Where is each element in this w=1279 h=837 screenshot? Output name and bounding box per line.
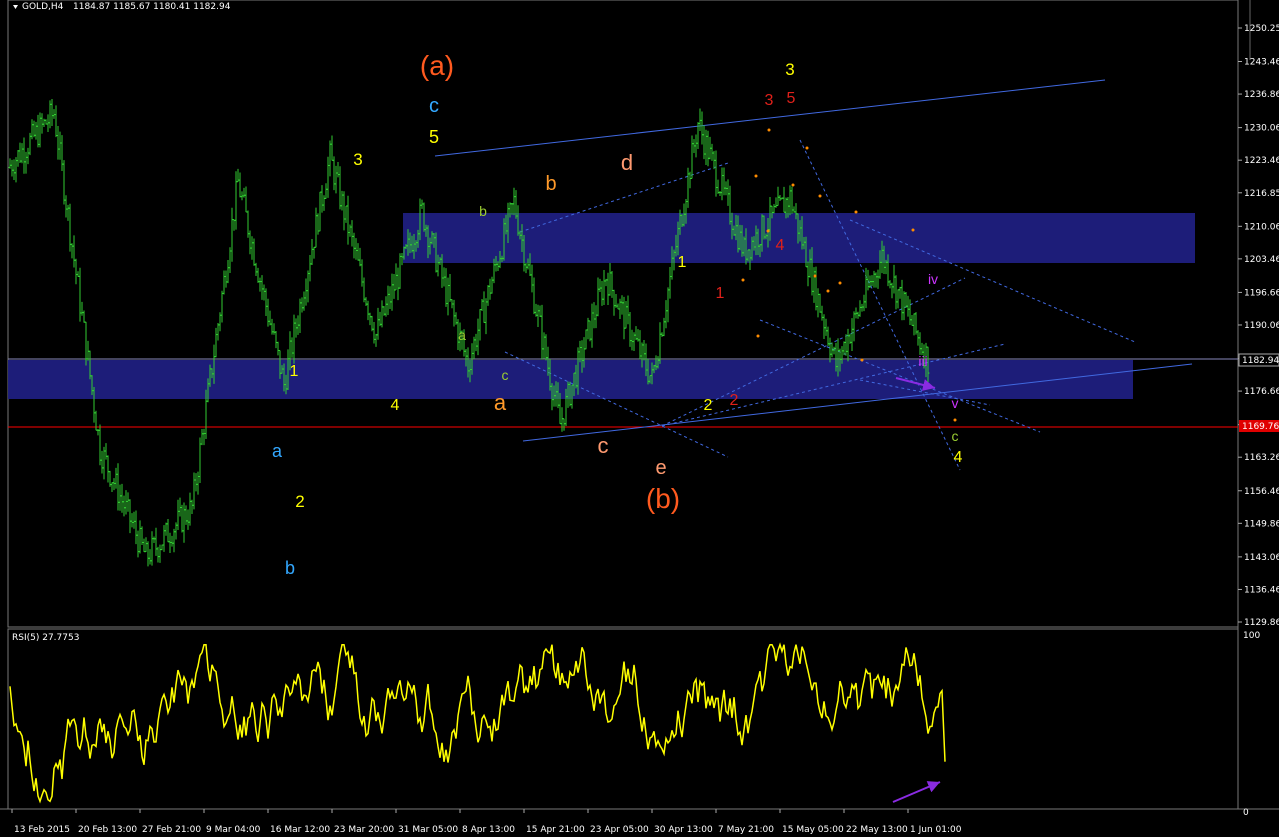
rsi-tick-0: 0 [1243, 808, 1249, 818]
current-price-tag: 1182.94 [1238, 353, 1279, 367]
sub-wave-mark [818, 194, 822, 198]
sub-wave-mark [767, 128, 771, 132]
wave-label: 2 [704, 397, 713, 414]
time-tick-label: 15 May 05:00 [782, 825, 844, 835]
support-price-tag: 1169.76 [1239, 420, 1279, 432]
time-tick-label: 27 Feb 21:00 [142, 825, 201, 835]
sub-wave-mark [854, 210, 858, 214]
wave-label: e [655, 457, 666, 479]
wave-label: 5 [787, 90, 796, 107]
wave-label: 5 [429, 127, 439, 147]
wave-label: 4 [391, 397, 400, 414]
time-tick-label: 23 Mar 20:00 [334, 825, 394, 835]
wave-label: (a) [420, 50, 454, 81]
price-tick-label: 1250.25 [1244, 24, 1279, 34]
wave-label: c [598, 433, 609, 458]
wave-label: 1 [290, 363, 299, 380]
wave-label: 3 [353, 150, 362, 169]
price-tick-label: 1136.46 [1244, 585, 1279, 595]
sub-wave-mark [826, 289, 830, 293]
time-tick-label: 16 Mar 12:00 [270, 825, 330, 835]
wave-label: b [545, 173, 556, 195]
wave-label: d [621, 150, 633, 175]
price-tick-label: 1203.46 [1244, 255, 1279, 265]
price-tick-label: 1129.86 [1244, 618, 1279, 628]
price-tick-label: 1230.06 [1244, 124, 1279, 134]
time-tick-label: 20 Feb 13:00 [78, 825, 137, 835]
wave-label: 2 [295, 492, 304, 511]
price-tick-label: 1190.06 [1244, 321, 1279, 331]
time-tick-label: 1 Jun 01:00 [910, 825, 962, 835]
time-tick-label: 23 Apr 05:00 [590, 825, 649, 835]
rsi-tick-100: 100 [1243, 631, 1260, 641]
chart-header: GOLD,H4 1184.87 1185.67 1180.41 1182.94 [13, 2, 231, 12]
sub-wave-mark [741, 278, 745, 282]
price-tick-label: 1149.86 [1244, 519, 1279, 529]
price-tick-label: 1163.26 [1244, 453, 1279, 463]
sub-wave-mark [838, 281, 842, 285]
main-chart-frame [7, 0, 1239, 628]
price-chart[interactable]: GOLD,H4 1184.87 1185.67 1180.41 1182.94 … [0, 0, 1279, 837]
price-tick-label: 1243.46 [1244, 58, 1279, 68]
sub-wave-mark [756, 334, 760, 338]
price-tick-label: 1236.86 [1244, 90, 1279, 100]
wave-label: v [952, 395, 959, 411]
sub-wave-mark [805, 146, 809, 150]
time-tick-label: 22 May 13:00 [846, 825, 908, 835]
wave-label: 1 [678, 254, 687, 271]
time-tick-label: 7 May 21:00 [718, 825, 774, 835]
wave-label: c [429, 95, 439, 117]
wave-label: iii [918, 353, 927, 369]
time-tick-label: 13 Feb 2015 [14, 825, 70, 835]
wave-label: iv [928, 271, 938, 287]
ohlc-values: 1184.87 1185.67 1180.41 1182.94 [73, 2, 231, 12]
sub-wave-mark [791, 183, 795, 187]
price-tick-label: 1216.85 [1244, 189, 1279, 199]
sub-wave-mark [813, 274, 817, 278]
wave-label: b [285, 558, 295, 578]
rsi-header: RSI(5) 27.7753 [12, 633, 79, 643]
price-tick-label: 1176.66 [1244, 387, 1279, 397]
price-tick-label: 1196.66 [1244, 288, 1279, 298]
support-price-label: 1169.76 [1242, 422, 1279, 432]
wave-label: b [479, 203, 487, 219]
sub-wave-mark [754, 174, 758, 178]
wave-label: c [502, 367, 509, 383]
wave-label: (b) [646, 483, 680, 514]
time-tick-label: 30 Apr 13:00 [654, 825, 713, 835]
price-tick-label: 1156.46 [1244, 487, 1279, 497]
time-tick-label: 8 Apr 13:00 [462, 825, 515, 835]
wave-label: c [952, 428, 959, 444]
wave-label: 3 [765, 92, 774, 109]
wave-label: a [494, 390, 507, 415]
wave-label: 4 [954, 449, 963, 466]
price-tick-label: 1223.46 [1244, 156, 1279, 166]
wave-label: 1 [716, 285, 725, 302]
sub-wave-mark [766, 229, 770, 233]
wave-label: 2 [730, 392, 739, 409]
price-tick-label: 1210.06 [1244, 222, 1279, 232]
time-tick-label: 31 Mar 05:00 [398, 825, 458, 835]
symbol-label: GOLD,H4 [22, 2, 64, 12]
time-tick-label: 9 Mar 04:00 [206, 825, 261, 835]
price-tick-label: 1143.06 [1244, 553, 1279, 563]
wave-label: a [272, 441, 283, 461]
sub-wave-mark [860, 358, 864, 362]
time-tick-label: 15 Apr 21:00 [526, 825, 585, 835]
wave-label: a [458, 327, 466, 343]
sub-wave-mark [911, 228, 915, 232]
price-axis: 1250.25 1243.46 1236.86 1230.06 1223.46 1216.… [1238, 24, 1279, 628]
sub-wave-mark [953, 418, 957, 422]
wave-label: 4 [776, 237, 785, 254]
current-price-label: 1182.94 [1242, 356, 1279, 366]
rsi-chart-frame [7, 628, 1239, 810]
time-axis: 13 Feb 2015 20 Feb 13:00 27 Feb 21:00 9 Mar… [11, 809, 962, 835]
wave-label: 3 [785, 60, 794, 79]
